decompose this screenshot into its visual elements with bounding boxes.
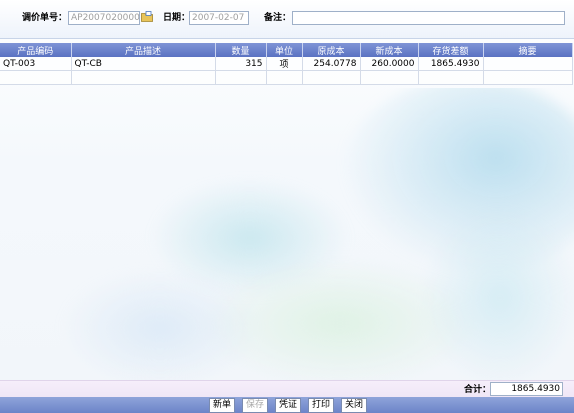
cell-diff[interactable]: 1865.4930 bbox=[418, 57, 484, 71]
voucher-button[interactable]: 凭证 bbox=[275, 398, 302, 413]
folder-lookup-icon[interactable] bbox=[141, 11, 153, 22]
print-button[interactable]: 打印 bbox=[308, 398, 335, 413]
remark-field[interactable] bbox=[292, 11, 565, 25]
cell-old-cost[interactable]: 254.0778 bbox=[302, 57, 361, 71]
date-label: 日期： bbox=[163, 13, 191, 23]
cell-summary[interactable] bbox=[483, 70, 573, 85]
cell-new-cost[interactable] bbox=[360, 70, 419, 85]
item-grid: 产品编码 产品描述 数量 单位 原成本 新成本 存货差额 摘要 QT-003 Q… bbox=[0, 43, 573, 85]
cell-qty[interactable]: 315 bbox=[215, 57, 267, 71]
new-button[interactable]: 新单 bbox=[209, 398, 236, 413]
date-field[interactable]: 2007-02-07 bbox=[189, 11, 249, 25]
cell-unit[interactable]: 项 bbox=[266, 57, 303, 71]
remark-label: 备注： bbox=[264, 13, 292, 23]
total-field: 1865.4930 bbox=[490, 382, 563, 396]
cell-old-cost[interactable] bbox=[302, 70, 361, 85]
col-header-desc[interactable]: 产品描述 bbox=[71, 43, 216, 57]
cell-new-cost[interactable]: 260.0000 bbox=[360, 57, 419, 71]
grid-header-row: 产品编码 产品描述 数量 单位 原成本 新成本 存货差额 摘要 bbox=[0, 43, 573, 57]
cell-desc[interactable] bbox=[71, 70, 216, 85]
cell-code[interactable] bbox=[0, 70, 72, 85]
save-button[interactable]: 保存 bbox=[242, 398, 269, 413]
total-label: 合计： bbox=[464, 385, 492, 395]
col-header-diff[interactable]: 存货差额 bbox=[418, 43, 484, 57]
col-header-summary[interactable]: 摘要 bbox=[483, 43, 573, 57]
button-bar: 新单 保存 凭证 打印 关闭 bbox=[0, 397, 574, 413]
cell-summary[interactable] bbox=[483, 57, 573, 71]
col-header-code[interactable]: 产品编码 bbox=[0, 43, 72, 57]
col-header-new-cost[interactable]: 新成本 bbox=[360, 43, 419, 57]
col-header-old-cost[interactable]: 原成本 bbox=[302, 43, 361, 57]
table-row[interactable]: QT-003 QT-CB 315 项 254.0778 260.0000 186… bbox=[0, 57, 573, 71]
total-bar: 合计： 1865.4930 bbox=[0, 380, 574, 398]
table-row[interactable] bbox=[0, 70, 573, 85]
background-art bbox=[0, 88, 574, 380]
cell-unit[interactable] bbox=[266, 70, 303, 85]
doc-no-field[interactable]: AP20070200006 bbox=[68, 11, 140, 25]
close-button[interactable]: 关闭 bbox=[341, 398, 368, 413]
cell-desc[interactable]: QT-CB bbox=[71, 57, 216, 71]
cell-diff[interactable] bbox=[418, 70, 484, 85]
col-header-qty[interactable]: 数量 bbox=[215, 43, 267, 57]
cell-qty[interactable] bbox=[215, 70, 267, 85]
form-header: 调价单号： AP20070200006 日期： 2007-02-07 备注： bbox=[0, 0, 574, 39]
doc-no-label: 调价单号： bbox=[22, 13, 68, 23]
cell-code[interactable]: QT-003 bbox=[0, 57, 72, 71]
col-header-unit[interactable]: 单位 bbox=[266, 43, 303, 57]
